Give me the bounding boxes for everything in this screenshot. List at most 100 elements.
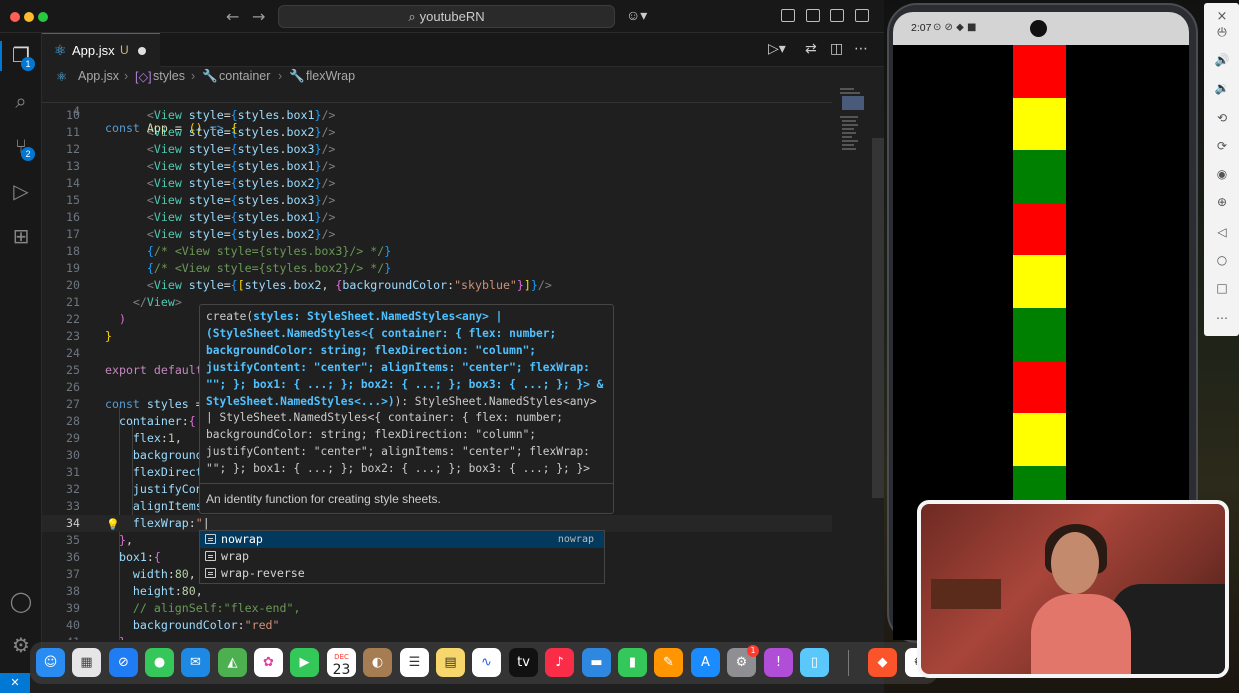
code-text: <View style={styles.box1}/> bbox=[146, 159, 336, 173]
code-line[interactable]: 14 <View style={styles.box2}/> bbox=[42, 175, 832, 192]
rotate-left-icon[interactable]: ⟲ bbox=[1213, 109, 1231, 127]
facetime-icon[interactable]: ▶ bbox=[290, 648, 319, 677]
rotate-right-icon[interactable]: ⟳ bbox=[1213, 137, 1231, 155]
breadcrumb-file[interactable]: App.jsx bbox=[78, 69, 119, 83]
vertical-scrollbar[interactable] bbox=[872, 138, 884, 498]
code-text: const styles = bbox=[105, 397, 203, 411]
power-icon[interactable]: ⏻ bbox=[1213, 23, 1231, 41]
customize-layout-icon[interactable] bbox=[781, 9, 795, 22]
minimize-window-button[interactable] bbox=[24, 12, 34, 22]
breadcrumb-styles[interactable]: styles bbox=[153, 69, 185, 83]
keynote-icon[interactable]: ▬ bbox=[582, 648, 611, 677]
music-icon[interactable]: ♪ bbox=[545, 648, 574, 677]
code-text: <View style={styles.box1}/> bbox=[146, 210, 336, 224]
code-line[interactable]: 15 <View style={styles.box3}/> bbox=[42, 192, 832, 209]
flex-box bbox=[1013, 202, 1066, 256]
maps-icon[interactable]: ◭ bbox=[218, 648, 247, 677]
code-line[interactable]: 39 // alignSelf:"flex-end", bbox=[42, 600, 832, 617]
messages-icon[interactable]: ● bbox=[145, 648, 174, 677]
enum-value-icon bbox=[205, 551, 216, 561]
code-line[interactable]: 18 {/* <View style={styles.box3}/> */} bbox=[42, 243, 832, 260]
toggle-panel-icon[interactable] bbox=[830, 9, 844, 22]
react-file-icon: ⚛ bbox=[54, 43, 67, 59]
breadcrumb-flexwrap[interactable]: flexWrap bbox=[306, 69, 355, 83]
unsaved-dot-icon[interactable] bbox=[138, 47, 146, 55]
code-text: background bbox=[132, 448, 203, 462]
code-text: flexWrap:"| bbox=[132, 516, 210, 530]
home-icon[interactable]: ○ bbox=[1213, 251, 1231, 269]
safari-icon[interactable]: ⊘ bbox=[109, 648, 138, 677]
freeform-icon[interactable]: ∿ bbox=[472, 648, 501, 677]
brave-icon[interactable]: ◆ bbox=[868, 648, 897, 677]
notes-icon[interactable]: ▤ bbox=[436, 648, 465, 677]
close-window-button[interactable] bbox=[10, 12, 20, 22]
suggestion-label: wrap-reverse bbox=[221, 566, 305, 580]
zoom-icon[interactable]: ⊕ bbox=[1213, 193, 1231, 211]
code-text: flex:1, bbox=[132, 431, 182, 445]
copilot-icon[interactable]: ☺▾ bbox=[626, 7, 647, 24]
simulator-icon[interactable]: ▯ bbox=[800, 648, 829, 677]
suggestion-item[interactable]: nowrap nowrap bbox=[200, 531, 604, 548]
code-text: export default bbox=[105, 363, 203, 377]
app-store-icon[interactable]: A bbox=[691, 648, 720, 677]
status-icons: ⊙ ⊘ ◆ ■ bbox=[933, 22, 977, 33]
suggestion-item[interactable]: wrap bbox=[200, 548, 604, 565]
toggle-sidebar-icon[interactable] bbox=[806, 9, 820, 22]
code-line[interactable]: 13 <View style={styles.box1}/> bbox=[42, 158, 832, 175]
tab-app-jsx[interactable]: ⚛ App.jsx U bbox=[42, 33, 160, 67]
mail-icon[interactable]: ✉ bbox=[181, 648, 210, 677]
code-line[interactable]: 41 }, bbox=[42, 634, 832, 640]
code-text: {/* <View style={styles.box2}/> */} bbox=[146, 261, 392, 275]
suggestion-list: nowrap nowrap wrap wrap-reverse bbox=[199, 530, 605, 584]
toggle-secondary-sidebar-icon[interactable] bbox=[855, 9, 869, 22]
suggestion-item[interactable]: wrap-reverse bbox=[200, 565, 604, 582]
minimap-line bbox=[840, 116, 858, 118]
volume-down-icon[interactable]: 🔉 bbox=[1213, 79, 1231, 97]
sticky-scroll-line[interactable]: 4 const App = () => { bbox=[42, 86, 832, 135]
run-debug-icon[interactable]: ▷ bbox=[9, 179, 33, 203]
numbers-icon[interactable]: ▮ bbox=[618, 648, 647, 677]
code-line[interactable]: 12 <View style={styles.box3}/> bbox=[42, 141, 832, 158]
account-icon[interactable]: ◯ bbox=[9, 589, 33, 613]
launchpad-icon[interactable]: ▦ bbox=[72, 648, 101, 677]
remote-indicator[interactable]: ✕ bbox=[0, 673, 30, 693]
reminders-icon[interactable]: ☰ bbox=[400, 648, 429, 677]
flex-box bbox=[1013, 255, 1066, 308]
more-actions-icon[interactable]: ⋯ bbox=[854, 41, 868, 57]
minimap-line bbox=[840, 88, 854, 90]
extensions-icon[interactable]: ⊞ bbox=[9, 224, 33, 248]
feedback-icon[interactable]: ! bbox=[764, 648, 793, 677]
code-line[interactable]: 16 <View style={styles.box1}/> bbox=[42, 209, 832, 226]
overview-icon[interactable]: □ bbox=[1213, 279, 1231, 297]
calendar-day: 23 bbox=[332, 662, 351, 678]
camera-icon[interactable]: ◉ bbox=[1213, 165, 1231, 183]
more-icon[interactable]: ⋯ bbox=[1213, 309, 1231, 327]
command-center-search[interactable]: ⌕ youtubeRN bbox=[278, 5, 615, 28]
finder-icon[interactable]: ☺ bbox=[36, 648, 65, 677]
back-icon[interactable]: ◁ bbox=[1213, 223, 1231, 241]
pages-icon[interactable]: ✎ bbox=[654, 648, 683, 677]
photos-icon[interactable]: ✿ bbox=[254, 648, 283, 677]
code-line[interactable]: 40 backgroundColor:"red" bbox=[42, 617, 832, 634]
split-editor-icon[interactable]: ◫ bbox=[830, 41, 843, 57]
volume-up-icon[interactable]: 🔊 bbox=[1213, 51, 1231, 69]
open-changes-icon[interactable]: ⇄ bbox=[805, 41, 817, 57]
zoom-window-button[interactable] bbox=[38, 12, 48, 22]
back-arrow-icon[interactable]: ← bbox=[226, 7, 239, 26]
calendar-icon[interactable]: DEC 23 bbox=[327, 648, 356, 677]
line-number: 27 bbox=[66, 397, 80, 411]
breadcrumb-container[interactable]: container bbox=[219, 69, 270, 83]
chevron-right-icon: › bbox=[278, 69, 283, 83]
forward-arrow-icon[interactable]: → bbox=[252, 7, 265, 26]
run-file-icon[interactable]: ▷▾ bbox=[768, 41, 786, 57]
code-line[interactable]: 20 <View style={[styles.box2, {backgroun… bbox=[42, 277, 832, 294]
apple-tv-icon[interactable]: tv bbox=[509, 648, 538, 677]
code-line[interactable]: 17 <View style={styles.box2}/> bbox=[42, 226, 832, 243]
contacts-icon[interactable]: ◐ bbox=[363, 648, 392, 677]
system-settings-icon[interactable]: ⚙ 1 bbox=[727, 645, 759, 677]
search-icon[interactable]: ⌕ bbox=[9, 89, 33, 113]
code-line[interactable]: 38 height:80, bbox=[42, 583, 832, 600]
explorer-badge: 1 bbox=[21, 57, 35, 71]
code-line[interactable]: 19 {/* <View style={styles.box2}/> */} bbox=[42, 260, 832, 277]
line-number: 14 bbox=[66, 176, 80, 190]
